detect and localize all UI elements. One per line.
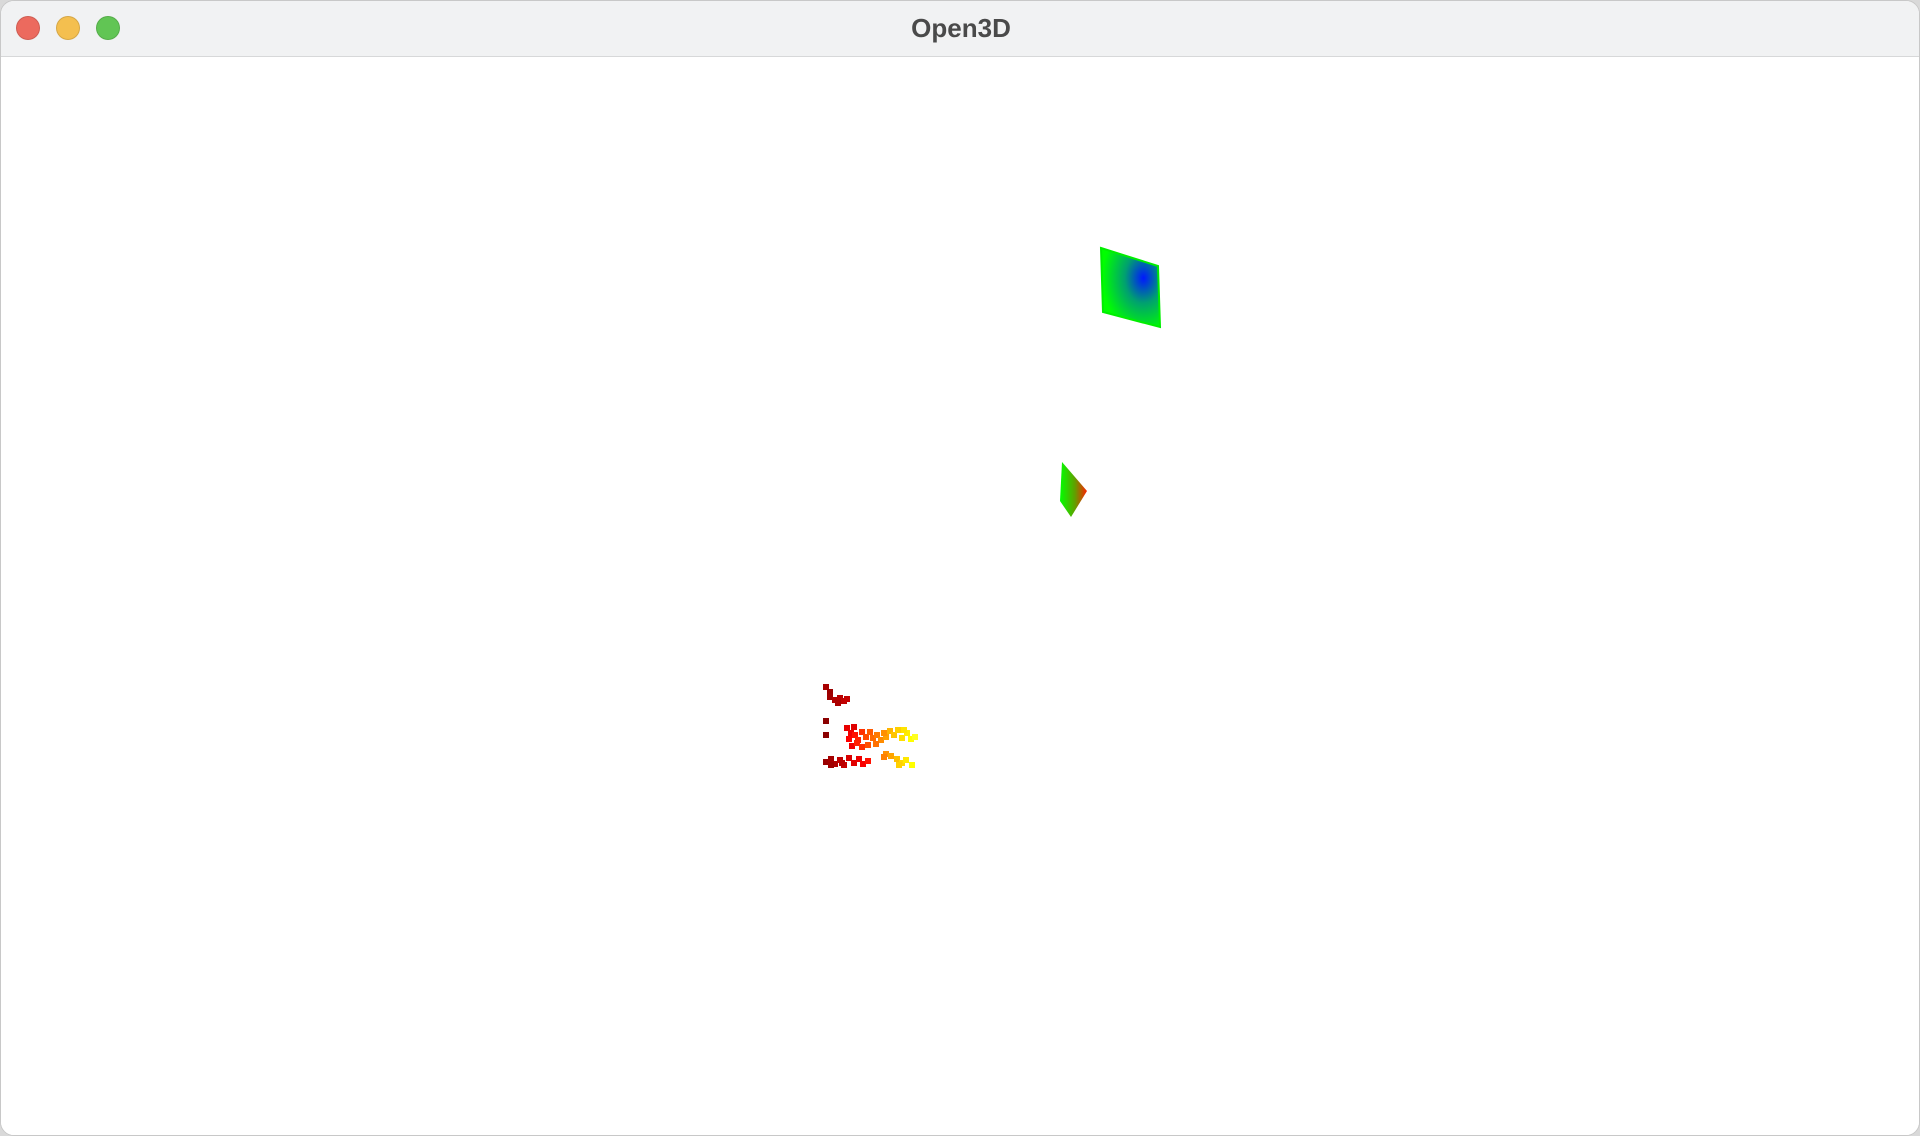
point — [903, 757, 909, 763]
point-cloud-heat — [823, 684, 918, 768]
point — [859, 744, 865, 750]
scene-canvas[interactable] — [1, 1, 1920, 1136]
point — [846, 736, 852, 742]
point — [828, 762, 834, 768]
3d-viewport[interactable] — [1, 57, 1919, 1135]
mesh-quad-green-blue — [1099, 246, 1162, 329]
point — [912, 734, 918, 740]
point — [865, 742, 871, 748]
point — [865, 758, 871, 764]
point — [844, 696, 850, 702]
point — [823, 732, 829, 738]
point — [896, 762, 902, 768]
point — [881, 754, 887, 760]
app-window: Open3D — [0, 0, 1920, 1136]
point — [867, 729, 873, 735]
point — [823, 718, 829, 724]
point — [839, 760, 845, 766]
mesh-triangle-green-red — [1060, 462, 1087, 517]
point — [895, 727, 901, 733]
point — [851, 724, 857, 730]
point — [881, 730, 887, 736]
point — [873, 741, 879, 747]
point — [835, 700, 841, 706]
point — [888, 753, 894, 759]
point — [909, 762, 915, 768]
point — [901, 727, 907, 733]
